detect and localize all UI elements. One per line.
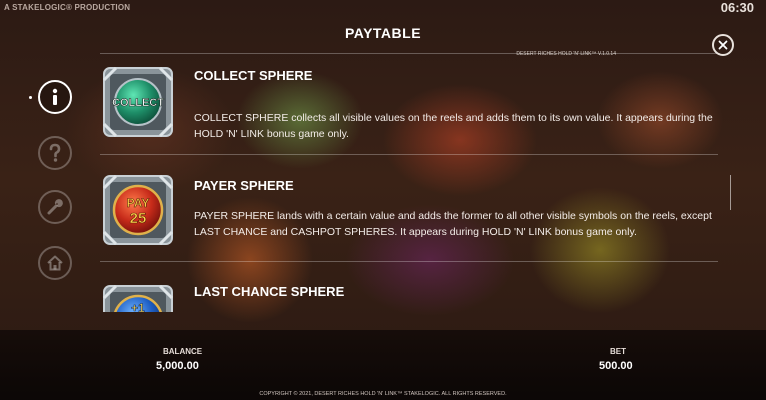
paytable-entry-payer: PAY 25 PAYER SPHERE PAYER SPHERE lands w…: [100, 174, 720, 264]
paytable-entry-collect: COLLECT COLLECT SPHERE COLLECT SPHERE co…: [100, 66, 720, 156]
close-button[interactable]: [712, 34, 734, 56]
last-chance-symbol-text: +1: [131, 301, 145, 312]
active-indicator: [29, 96, 32, 99]
balance-value: 5,000.00: [156, 360, 199, 372]
home-icon: [47, 255, 63, 271]
info-button[interactable]: [38, 80, 72, 114]
question-icon: [49, 143, 61, 162]
bottom-bar: [0, 330, 766, 400]
bet-label: BET: [610, 347, 626, 356]
entry-heading: LAST CHANCE SPHERE: [194, 284, 345, 299]
production-credit: A STAKELOGIC® PRODUCTION: [4, 3, 131, 12]
payer-symbol-text-top: PAY: [127, 196, 150, 210]
help-button[interactable]: [38, 136, 72, 170]
entry-description: COLLECT SPHERE collects all visible valu…: [194, 112, 713, 140]
entry-heading: COLLECT SPHERE: [194, 68, 313, 83]
bet-value: 500.00: [599, 360, 633, 372]
entry-heading: PAYER SPHERE: [194, 178, 294, 193]
close-icon: [718, 40, 728, 50]
entry-divider: [100, 261, 718, 262]
top-bar: A STAKELOGIC® PRODUCTION 06:30: [0, 0, 766, 18]
paytable-entry-last-chance: +1 LAST CHANCE SPHERE: [100, 282, 720, 312]
payer-symbol-text-bottom: 25: [130, 210, 147, 227]
page-title: PAYTABLE: [344, 25, 422, 41]
entry-divider: [100, 154, 718, 155]
settings-button[interactable]: [38, 190, 72, 224]
clock: 06:30: [720, 0, 754, 15]
home-button[interactable]: [38, 246, 72, 280]
balance-label: BALANCE: [163, 347, 203, 356]
last-chance-sphere-symbol: +1: [102, 284, 174, 312]
wrench-icon: [47, 199, 63, 215]
payer-sphere-symbol: PAY 25: [102, 174, 174, 246]
copyright-notice: COPYRIGHT © 2021, DESERT RICHES HOLD 'N'…: [259, 391, 507, 397]
scrollbar[interactable]: [730, 175, 731, 210]
paytable-content[interactable]: COLLECT COLLECT SPHERE COLLECT SPHERE co…: [100, 54, 720, 312]
info-icon: [52, 88, 58, 105]
collect-sphere-symbol: COLLECT: [102, 66, 174, 138]
collect-symbol-text: COLLECT: [112, 97, 164, 109]
entry-description: PAYER SPHERE lands with a certain value …: [194, 210, 712, 238]
